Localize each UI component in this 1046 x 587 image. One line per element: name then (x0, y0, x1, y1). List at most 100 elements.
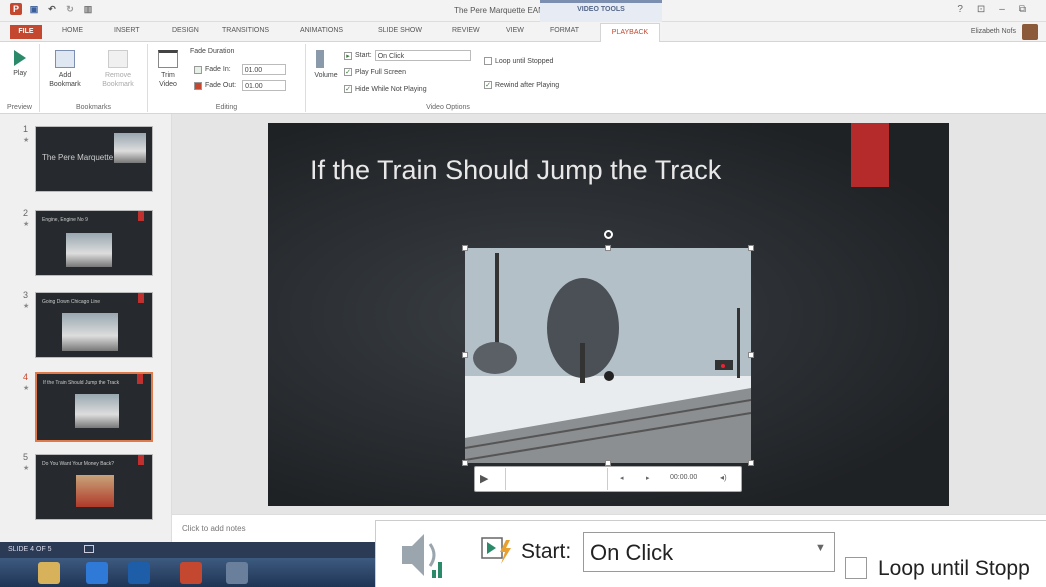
help-button[interactable]: ? (957, 4, 963, 15)
user-name[interactable]: Elizabeth Nofs (971, 28, 1016, 35)
resize-handle[interactable] (748, 352, 754, 358)
thumbnail-accent (137, 374, 143, 384)
loop-until-stopped-row[interactable]: Loop until Stopped (484, 57, 553, 65)
thumbnail-picture (114, 133, 146, 163)
tab-transitions[interactable]: TRANSITIONS (222, 27, 269, 34)
fade-in-icon (194, 65, 202, 74)
file-explorer-icon[interactable] (38, 562, 60, 584)
resize-handle[interactable] (748, 460, 754, 466)
tab-view[interactable]: VIEW (506, 27, 524, 34)
avatar[interactable] (1022, 24, 1038, 40)
player-divider (607, 468, 608, 490)
ribbon: Play Preview Add Bookmark Remove Bookmar… (0, 42, 1046, 114)
trim-video-label: Trim Video (159, 72, 177, 88)
tab-format[interactable]: FORMAT (550, 27, 579, 34)
play-full-screen-label: Play Full Screen (355, 68, 406, 76)
tab-review[interactable]: REVIEW (452, 27, 480, 34)
tab-playback[interactable]: PLAYBACK (600, 23, 660, 43)
app-taskbar-icon[interactable] (226, 562, 248, 584)
notes-toggle-icon[interactable] (84, 545, 94, 553)
zoom-loop-checkbox[interactable] (845, 557, 867, 579)
bookmarks-group: Add Bookmark Remove Bookmark Bookmarks (40, 44, 148, 112)
loop-until-stopped-checkbox[interactable] (484, 57, 492, 65)
resize-handle[interactable] (748, 245, 754, 251)
start-select[interactable]: On Click (374, 50, 471, 61)
slide-number: 3 (23, 290, 29, 300)
rewind-after-playing-checkbox[interactable]: ✓ (484, 81, 492, 89)
thumbnail-picture (62, 313, 118, 351)
hide-while-not-playing-row[interactable]: ✓ Hide While Not Playing (344, 85, 427, 93)
thumbnail-accent (138, 293, 144, 303)
play-button[interactable]: Play (6, 50, 34, 78)
slide-number: 1 (23, 124, 29, 134)
thumbnail-accent (138, 211, 144, 221)
tab-slide-show[interactable]: SLIDE SHOW (378, 27, 422, 34)
rewind-after-playing-row[interactable]: ✓ Rewind after Playing (484, 81, 559, 89)
zoom-speaker-icon (402, 534, 442, 578)
animation-star-icon: ★ (23, 303, 30, 310)
chevron-down-icon[interactable]: ▼ (815, 542, 826, 554)
resize-handle[interactable] (462, 352, 468, 358)
trim-video-button[interactable]: Trim Video (152, 50, 184, 89)
slide-thumbnail-1[interactable]: The Pere Marquette (35, 126, 153, 192)
tab-file[interactable]: FILE (10, 25, 42, 39)
window-title: The Pere Marquette EAN - PowerPoint (454, 6, 592, 15)
notes-placeholder[interactable]: Click to add notes (182, 524, 246, 533)
slide-thumbnail-4[interactable]: If the Train Should Jump the Track (35, 372, 153, 442)
step-back-icon[interactable]: ◂ (620, 474, 624, 482)
slide-thumbnail-5[interactable]: Do You Want Your Money Back? (35, 454, 153, 520)
tab-animations[interactable]: ANIMATIONS (300, 27, 343, 34)
player-volume-icon[interactable]: ◂) (720, 473, 727, 482)
resize-handle[interactable] (462, 245, 468, 251)
start-icon: ▸ (344, 51, 352, 60)
outlook-icon[interactable] (128, 562, 150, 584)
video-frame[interactable] (465, 248, 751, 463)
slide-thumbnail-2[interactable]: Engine, Engine No 9 (35, 210, 153, 276)
remove-bookmark-icon (108, 50, 128, 68)
start-row: ▸ Start: On Click (344, 50, 471, 61)
thumbnail-picture (76, 475, 114, 507)
animation-star-icon: ★ (23, 221, 30, 228)
thumbnail-picture (75, 394, 119, 428)
editing-group: Trim Video Fade Duration Fade In: 01.00 … (148, 44, 306, 112)
internet-explorer-icon[interactable] (86, 562, 108, 584)
play-full-screen-row[interactable]: ✓ Play Full Screen (344, 68, 406, 76)
player-play-button[interactable]: ▶ (480, 472, 494, 486)
window-controls: ? ⊡ – ⧉ (957, 4, 1026, 15)
tab-home[interactable]: HOME (62, 27, 83, 34)
animation-star-icon: ★ (23, 465, 30, 472)
play-button-label: Play (13, 70, 27, 77)
minimize-button[interactable]: – (999, 4, 1005, 15)
thumbnail-title: Engine, Engine No 9 (42, 217, 88, 223)
fade-out-icon (194, 81, 202, 90)
slide-red-accent (851, 123, 889, 187)
slide-thumbnail-3[interactable]: Going Down Chicago Line (35, 292, 153, 358)
tab-insert[interactable]: INSERT (114, 27, 140, 34)
thumbnail-title: The Pere Marquette (42, 153, 114, 162)
fade-in-row: Fade In: 01.00 (194, 64, 286, 75)
slide-count: SLIDE 4 OF 5 (8, 546, 52, 553)
powerpoint-window: P ▣ ↶ ↻ ▥ The Pere Marquette EAN - Power… (0, 0, 1046, 587)
play-full-screen-checkbox[interactable]: ✓ (344, 68, 352, 76)
restore-button[interactable]: ⧉ (1019, 4, 1026, 15)
ribbon-display-button[interactable]: ⊡ (977, 4, 985, 15)
preview-group-label: Preview (7, 104, 32, 111)
powerpoint-taskbar-icon[interactable] (180, 562, 202, 584)
thumbnail-title: Do You Want Your Money Back? (42, 461, 115, 467)
player-time: 00:00.00 (670, 474, 698, 481)
status-bar (0, 542, 380, 558)
add-bookmark-button[interactable]: Add Bookmark (46, 50, 84, 89)
hide-while-not-playing-checkbox[interactable]: ✓ (344, 85, 352, 93)
animation-star-icon: ★ (23, 137, 30, 144)
fade-out-input[interactable]: 01.00 (242, 80, 287, 91)
zoom-start-value[interactable]: On Click (590, 540, 673, 566)
step-forward-icon[interactable]: ▸ (646, 474, 650, 482)
remove-bookmark-button[interactable]: Remove Bookmark (96, 50, 140, 89)
resize-handle[interactable] (605, 245, 611, 251)
tab-design[interactable]: DESIGN (172, 27, 199, 34)
resize-handle[interactable] (462, 460, 468, 466)
rotate-handle[interactable] (604, 230, 613, 239)
volume-button[interactable]: Volume (310, 50, 342, 80)
slide-title[interactable]: If the Train Should Jump the Track (310, 155, 830, 186)
fade-in-input[interactable]: 01.00 (241, 64, 286, 75)
